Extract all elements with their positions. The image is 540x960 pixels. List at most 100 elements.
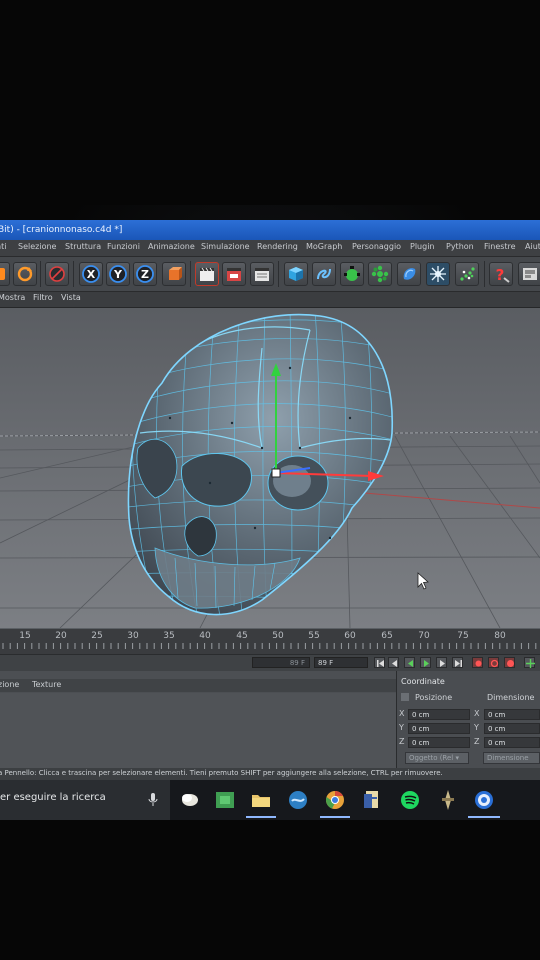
next-key-button[interactable] [436,657,447,668]
go-to-start-button[interactable] [374,657,385,668]
gizmo-center-handle[interactable] [271,468,281,478]
play-forward-button[interactable] [420,657,431,668]
taskbar-store[interactable] [213,788,237,812]
menu-item-file-partial[interactable]: nti [0,242,6,251]
menu-item-python[interactable]: Python [446,242,474,251]
taskbar-cinema4d[interactable] [472,788,496,812]
record-button[interactable] [0,262,10,286]
timeline-tick-label: 70 [418,631,430,641]
add-particle-button[interactable] [455,262,479,286]
photoshop-icon [289,791,307,809]
taskbar-c4d-document[interactable] [360,788,384,812]
add-spline-button[interactable] [312,262,336,286]
material-list-area[interactable] [0,693,396,768]
timeline-tick-label: 45 [236,631,248,641]
viewport-menu-vista[interactable]: Vista [61,293,81,302]
help-icon: ? [496,266,510,283]
no-select-button[interactable] [45,262,69,286]
particle-icon [460,267,475,281]
spline-icon [317,268,331,280]
apply-button[interactable]: Dimensione [483,752,540,764]
coordinates-title: Coordinate [401,677,445,686]
taskbar-task-view[interactable] [178,788,202,812]
add-light-button[interactable] [426,262,450,286]
c4d-app-icon [475,791,493,809]
3d-viewport[interactable] [0,308,540,628]
taskbar-game[interactable] [436,788,460,812]
window-title: Bit) - [cranionnonaso.c4d *] [0,225,123,235]
prev-key-button[interactable] [388,657,399,668]
add-deformer-button[interactable] [397,262,421,286]
taskbar-chrome[interactable] [323,788,347,812]
viewport-menu-mostra[interactable]: Mostra [0,293,25,302]
mic-icon[interactable] [148,793,158,807]
main-toolbar: X Y Z ? [0,257,540,292]
coord-row-z: Z 0 cm Z 0 cm [397,737,540,749]
menu-item-personaggio[interactable]: Personaggio [352,242,401,251]
y-axis-lock-button[interactable]: Y [106,262,130,286]
status-bar: a Pennello: Clicca e trascina per selezi… [0,768,540,780]
dimension-z-field[interactable]: 0 cm [484,737,540,748]
no-icon [49,266,65,282]
menu-item-simulazione[interactable]: Simulazione [201,242,250,251]
play-backward-icon [408,660,413,667]
material-menu-texture[interactable]: Texture [32,680,61,689]
viewport-canvas [0,308,540,628]
position-y-field[interactable]: 0 cm [408,723,470,734]
status-message: a Pennello: Clicca e trascina per selezi… [0,769,443,777]
render-view-button[interactable] [195,262,219,286]
timeline-tick-label: 15 [19,631,31,641]
store-icon [216,792,234,808]
coord-mode-dropdown[interactable]: Oggetto (Rel ▾ [405,752,469,764]
nurbs-icon [344,266,360,281]
menu-item-plugin[interactable]: Plugin [410,242,435,251]
add-array-button[interactable] [368,262,392,286]
taskbar-spotify[interactable] [398,788,422,812]
toolbar-separator [278,261,279,287]
add-cube-button[interactable] [284,262,308,286]
taskbar-search-box[interactable]: er eseguire la ricerca [0,780,170,820]
viewport-menu-filtro[interactable]: Filtro [33,293,53,302]
layout-button[interactable] [518,262,540,286]
record-key-button[interactable] [472,657,483,668]
move-key-button[interactable] [524,657,535,668]
auto-key-button[interactable] [488,657,499,668]
taskbar-file-explorer[interactable] [249,788,273,812]
record-icon [0,268,5,280]
position-x-field[interactable]: 0 cm [408,709,470,720]
play-icon [424,660,429,667]
timeline-ruler[interactable]: 15 20 25 30 35 40 45 50 55 60 65 70 75 8… [0,628,540,655]
menu-bar: nti Selezione Struttura Funzioni Animazi… [0,240,540,257]
add-nurbs-button[interactable] [340,262,364,286]
render-button[interactable] [222,262,246,286]
timeline-tick-label: 75 [457,631,469,641]
menu-item-struttura[interactable]: Struttura [65,242,101,251]
play-backward-button[interactable] [404,657,415,668]
menu-item-funzioni[interactable]: Funzioni [107,242,140,251]
rotate-button[interactable] [13,262,37,286]
dimension-x-field[interactable]: 0 cm [484,709,540,720]
taskbar-search-placeholder: er eseguire la ricerca [0,792,106,803]
menu-item-animazione[interactable]: Animazione [148,242,195,251]
help-button[interactable]: ? [489,262,513,286]
coord-system-button[interactable] [162,262,186,286]
c4d-doc-icon [364,791,378,808]
grip-icon [401,693,409,701]
material-menu-funzione[interactable]: zione [0,680,19,689]
menu-item-mograph[interactable]: MoGraph [306,242,342,251]
end-frame-field[interactable]: 89 F [252,657,310,668]
position-z-field[interactable]: 0 cm [408,737,470,748]
dimension-y-field[interactable]: 0 cm [484,723,540,734]
menu-item-rendering[interactable]: Rendering [257,242,298,251]
render-settings-button[interactable] [250,262,274,286]
go-to-end-button[interactable] [452,657,463,668]
taskbar-photoshop[interactable] [286,788,310,812]
task-view-icon [182,794,198,806]
menu-item-aiuto[interactable]: Aiut [525,242,540,251]
menu-item-selezione[interactable]: Selezione [18,242,56,251]
current-frame-field[interactable]: 89 F [314,657,368,668]
menu-item-finestre[interactable]: Finestre [484,242,516,251]
x-axis-lock-button[interactable]: X [79,262,103,286]
z-axis-lock-button[interactable]: Z [133,262,157,286]
key-help-button[interactable] [504,657,515,668]
